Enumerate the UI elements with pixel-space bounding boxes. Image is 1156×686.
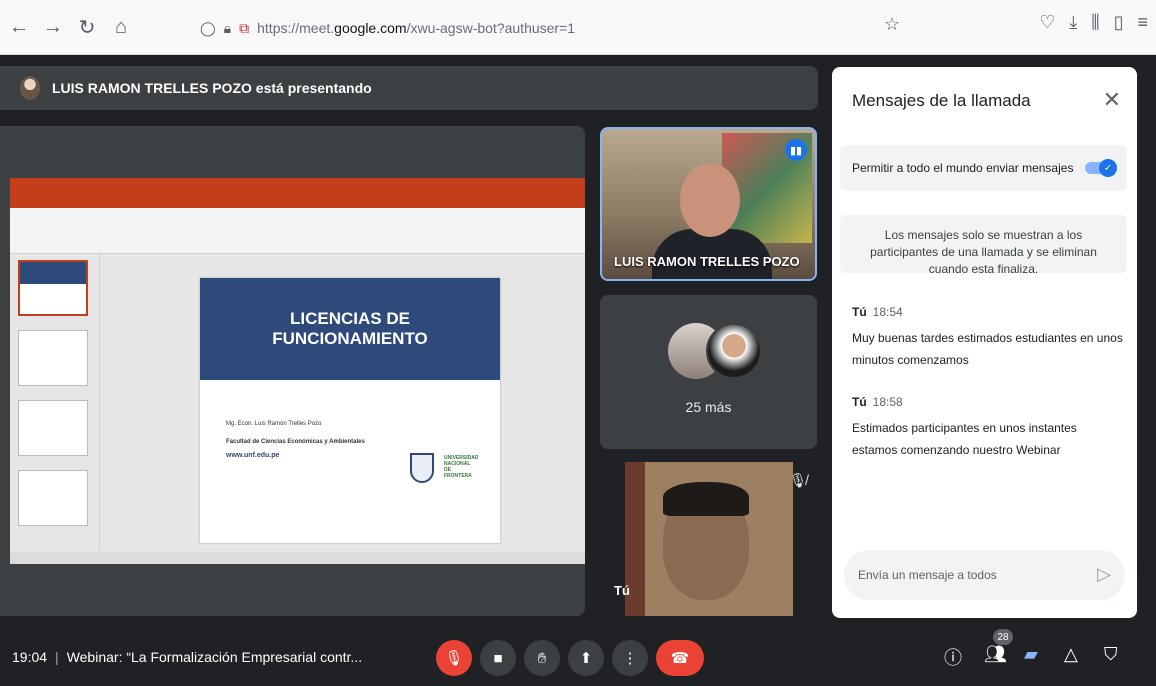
self-label: Tú [614, 583, 630, 598]
meeting-toolbar: 19:04 | Webinar: “La Formalización Empre… [0, 628, 1156, 686]
shared-screen[interactable]: LICENCIAS DE FUNCIONAMIENTO Mg. Econ. Lu… [0, 126, 585, 616]
message-text: Muy buenas tardes estimados estudiantes … [852, 331, 1123, 367]
mic-off-icon: 🎙︎ [444, 650, 464, 667]
self-video [625, 462, 793, 616]
lock-icon[interactable]: 🔒︎ [224, 20, 231, 37]
hand-icon: ✋︎ [537, 649, 547, 667]
pocket-icon[interactable]: ♡ [1039, 12, 1055, 33]
allow-messages-label: Permitir a todo el mundo enviar mensajes [852, 161, 1074, 175]
present-button[interactable]: ⬆ [568, 640, 604, 676]
send-icon[interactable]: ▷ [1097, 564, 1111, 585]
shield-icon[interactable]: ◯ [200, 20, 216, 37]
chat-title: Mensajes de la llamada [852, 91, 1031, 110]
chat-icon: ▰ [1024, 644, 1038, 664]
presenter-avatar [20, 76, 40, 100]
others-avatars [668, 323, 762, 383]
separator: | [55, 649, 59, 665]
shield-lock-icon: ⛉ [1104, 644, 1118, 664]
download-icon[interactable]: ⤓ [1069, 12, 1077, 33]
present-icon: ⬆ [579, 650, 593, 667]
activities-button[interactable]: △ [1064, 644, 1078, 665]
meeting-details-button[interactable]: ⓘ [944, 644, 962, 670]
ppt-statusbar [10, 552, 585, 564]
powerpoint-window: LICENCIAS DE FUNCIONAMIENTO Mg. Econ. Lu… [10, 178, 585, 564]
mic-off-icon: 🎙︎̸ [789, 472, 807, 488]
participant-tile-others[interactable]: 25 más [600, 295, 817, 449]
chat-panel: Mensajes de la llamada ✕ Permitir a todo… [832, 67, 1137, 618]
raise-hand-button[interactable]: ✋︎ [524, 640, 560, 676]
home-icon[interactable]: ⌂ [106, 12, 136, 42]
meeting-time: 19:04 [12, 649, 48, 665]
menu-icon[interactable]: ≡ [1137, 12, 1148, 33]
current-slide: LICENCIAS DE FUNCIONAMIENTO Mg. Econ. Lu… [200, 278, 500, 543]
message-time: 18:58 [872, 395, 903, 409]
others-count: 25 más [685, 399, 732, 415]
slide-thumbnails [10, 254, 100, 550]
permissions-icon[interactable]: ⧉ [239, 20, 249, 37]
url-bar[interactable]: ◯ 🔒︎ ⧉ https://meet.google.com/xwu-agsw-… [200, 12, 920, 44]
message-text: Estimados participantes en unos instante… [852, 421, 1077, 457]
more-options-button[interactable]: ⋮ [612, 640, 648, 676]
ppt-ribbon [10, 208, 585, 254]
chat-message: Tú 18:54 Muy buenas tardes estimados estu… [852, 305, 1124, 371]
meeting-info: 19:04 | Webinar: “La Formalización Empre… [12, 649, 362, 665]
chat-input[interactable] [858, 568, 1078, 582]
sidebar-icon[interactable]: ▯ [1114, 12, 1124, 33]
meeting-title[interactable]: Webinar: “La Formalización Empresarial c… [67, 649, 362, 665]
activities-icon: △ [1064, 644, 1078, 664]
university-crest-icon [410, 453, 434, 483]
presenter-bar: LUIS RAMON TRELLES POZO está presentando [0, 66, 818, 110]
slide-faculty: Facultad de Ciencias Económicas y Ambien… [226, 439, 365, 445]
camera-toggle-button[interactable]: ■ [480, 640, 516, 676]
allow-messages-toggle[interactable]: ✓ [1085, 159, 1117, 177]
meet-area: LUIS RAMON TRELLES POZO está presentando… [0, 56, 1156, 686]
slide-university: UNIVERSIDAD NACIONAL DE FRONTERA [444, 455, 479, 479]
message-sender: Tú [852, 305, 867, 319]
url-text[interactable]: https://meet.google.com/xwu-agsw-bot?aut… [257, 20, 575, 36]
slide-author: Mg. Econ. Luis Ramón Trelles Pozo [226, 421, 322, 427]
participant-name: LUIS RAMON TRELLES POZO [614, 254, 800, 269]
chat-message: Tú 18:58 Estimados participantes en unos … [852, 395, 1124, 461]
back-icon[interactable]: ← [4, 12, 34, 42]
end-call-button[interactable]: ☎ [656, 640, 704, 676]
info-icon: ⓘ [944, 648, 962, 668]
check-icon: ✓ [1099, 159, 1117, 177]
allow-messages-row: Permitir a todo el mundo enviar mensajes… [840, 145, 1127, 191]
phone-hangup-icon: ☎ [670, 650, 690, 667]
more-vert-icon: ⋮ [622, 650, 638, 667]
presenter-text: LUIS RAMON TRELLES POZO está presentando [52, 80, 372, 96]
chat-info: Los mensajes solo se muestran a los part… [840, 215, 1127, 276]
avatar [706, 323, 762, 379]
library-icon[interactable]: ⫼ [1091, 12, 1099, 33]
people-button[interactable]: 👥︎ [984, 644, 1007, 665]
host-controls-button[interactable]: ⛉ [1104, 644, 1118, 665]
participant-tile-presenter[interactable]: ▮▮ LUIS RAMON TRELLES POZO [600, 127, 817, 281]
chat-button[interactable]: ▰ [1024, 644, 1038, 665]
people-icon: 👥︎ [984, 644, 1007, 664]
message-sender: Tú [852, 395, 867, 409]
speaking-indicator-icon: ▮▮ [785, 139, 807, 161]
browser-toolbar: ← → ↻ ⌂ ◯ 🔒︎ ⧉ https://meet.google.com/x… [0, 0, 1156, 55]
ppt-titlebar [10, 178, 585, 196]
camera-icon: ■ [493, 649, 503, 667]
mic-toggle-button[interactable]: 🎙︎ [436, 640, 472, 676]
reload-icon[interactable]: ↻ [72, 12, 102, 42]
slide-title: LICENCIAS DE FUNCIONAMIENTO [272, 309, 428, 348]
close-icon[interactable]: ✕ [1103, 87, 1121, 113]
slide-thumbnail [18, 470, 88, 526]
chat-input-box: ▷ [844, 550, 1125, 600]
slide-thumbnail [18, 400, 88, 456]
participant-tile-self[interactable]: 🎙︎̸ Tú [600, 462, 817, 616]
message-time: 18:54 [872, 305, 903, 319]
slide-thumbnail [18, 330, 88, 386]
participant-count-badge: 28 [993, 629, 1013, 645]
slide-thumbnail [18, 260, 88, 316]
bookmark-star-icon[interactable]: ☆ [884, 14, 900, 35]
ppt-tabs [10, 196, 585, 208]
forward-icon[interactable]: → [38, 12, 68, 42]
